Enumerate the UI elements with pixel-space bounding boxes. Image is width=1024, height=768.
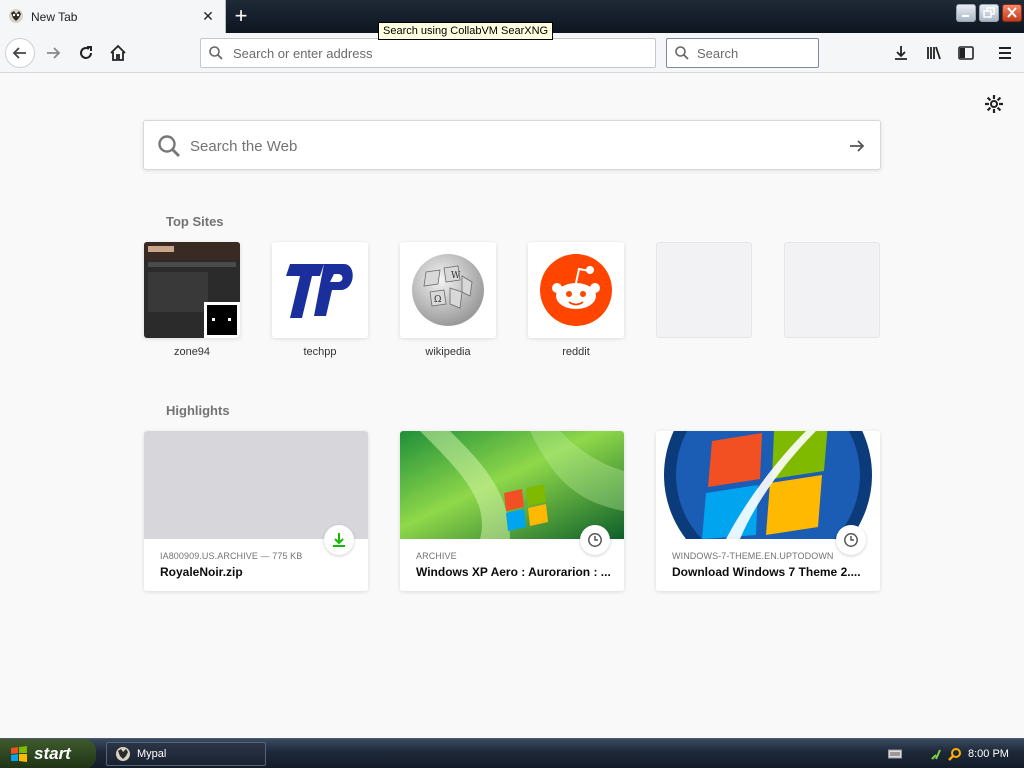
search-input[interactable]: [697, 40, 815, 66]
card-title: Download Windows 7 Theme 2....: [672, 565, 861, 579]
site-label: techpp: [303, 346, 337, 358]
taskbar: start Mypal 8:00 PM: [0, 738, 1024, 768]
aurora-wallpaper-thumbnail: [400, 431, 624, 539]
minimize-icon: [962, 15, 969, 17]
downloads-button[interactable]: [886, 38, 916, 68]
top-site-zone94[interactable]: zone94: [144, 242, 240, 360]
taskbar-item-mypal[interactable]: Mypal: [106, 742, 266, 766]
start-label: start: [34, 744, 71, 763]
download-icon: [333, 533, 345, 547]
home-icon: [110, 44, 126, 61]
site-thumbnail: [272, 242, 368, 338]
card-image: [656, 431, 880, 539]
clock-icon: [844, 533, 858, 547]
top-site-empty[interactable]: [784, 242, 880, 360]
reload-icon: [80, 46, 92, 59]
top-sites-heading: Top Sites: [166, 214, 224, 229]
menu-icon: [999, 47, 1011, 59]
zone94-thumbnail: [144, 242, 240, 338]
sidebar-button[interactable]: [951, 38, 981, 68]
techpp-logo-icon: [286, 264, 353, 318]
reddit-logo-icon: [540, 254, 612, 326]
forward-icon: [47, 47, 61, 59]
site-label: [656, 346, 752, 360]
highlight-card-windows-7-theme[interactable]: WINDOWS-7-THEME.EN.UPTODOWN Download Win…: [656, 431, 880, 591]
card-source: ARCHIVE: [416, 551, 457, 561]
search-icon[interactable]: [948, 747, 962, 761]
site-thumbnail: [528, 242, 624, 338]
web-search-box[interactable]: [143, 120, 881, 170]
empty-site-slot: [784, 242, 880, 338]
search-icon: [675, 46, 689, 60]
gear-icon[interactable]: [984, 94, 1004, 114]
search-icon: [158, 135, 180, 157]
highlight-card-royalenoir[interactable]: IA800909.US.ARCHIVE — 775 KB RoyaleNoir.…: [144, 431, 368, 591]
clock: 8:00 PM: [968, 748, 1009, 760]
address-input[interactable]: [233, 40, 643, 66]
site-label: [784, 346, 880, 360]
tab-title: New Tab: [31, 10, 78, 24]
svg-text:Ω: Ω: [434, 295, 441, 305]
keyboard-icon[interactable]: [888, 748, 902, 760]
card-title: RoyaleNoir.zip: [160, 565, 243, 579]
close-icon: [1007, 7, 1017, 18]
top-site-techpp[interactable]: techpp: [272, 242, 368, 360]
card-source: IA800909.US.ARCHIVE — 775 KB: [160, 551, 303, 561]
firefox-icon: [9, 9, 23, 23]
site-label: wikipedia: [425, 346, 471, 358]
mypal-app-icon: [116, 747, 130, 761]
address-bar[interactable]: [200, 38, 656, 68]
arrow-right-icon: [850, 140, 865, 152]
menu-button[interactable]: [990, 38, 1020, 68]
card-title: Windows XP Aero : Aurorarion : ...: [416, 565, 611, 579]
reload-button[interactable]: [71, 38, 101, 68]
library-button[interactable]: [919, 38, 949, 68]
library-icon: [927, 46, 941, 60]
highlights-heading: Highlights: [166, 403, 230, 418]
start-button[interactable]: start: [0, 739, 96, 768]
sidebar-icon: [958, 46, 974, 60]
highlight-card-windows-xp-aero[interactable]: ARCHIVE Windows XP Aero : Aurorarion : .…: [400, 431, 624, 591]
site-label: reddit: [562, 346, 590, 358]
close-window-button[interactable]: [1002, 4, 1022, 22]
top-site-empty[interactable]: [656, 242, 752, 360]
taskbar-item-label: Mypal: [137, 748, 167, 760]
svg-text:W: W: [451, 271, 461, 281]
card-image: [144, 431, 368, 539]
card-image: [400, 431, 624, 539]
windows-flag-icon: [11, 746, 27, 762]
site-thumbnail: [144, 242, 240, 338]
search-bar[interactable]: [666, 38, 819, 68]
restore-button[interactable]: [979, 4, 999, 22]
forward-button[interactable]: [38, 38, 68, 68]
wikipedia-globe-icon: W Ω: [412, 254, 484, 326]
search-icon: [209, 46, 223, 60]
search-go-button[interactable]: [844, 133, 870, 159]
search-tooltip: Search using CollabVM SearXNG: [378, 22, 554, 40]
restore-icon: [983, 7, 995, 18]
empty-site-slot: [656, 242, 752, 338]
tab-new-tab[interactable]: New Tab ✕: [0, 0, 226, 33]
clock-icon: [588, 533, 602, 547]
download-icon: [895, 46, 907, 60]
top-site-wikipedia[interactable]: W Ω wikipedia: [400, 242, 496, 360]
top-site-reddit[interactable]: reddit: [528, 242, 624, 360]
new-tab-button[interactable]: +: [229, 3, 253, 28]
network-icon[interactable]: [930, 747, 944, 761]
minimize-button[interactable]: [956, 4, 976, 22]
new-tab-page: Top Sites zone94 techpp: [0, 74, 1024, 738]
card-source: WINDOWS-7-THEME.EN.UPTODOWN: [672, 551, 834, 561]
tab-close-button[interactable]: ✕: [198, 5, 218, 27]
site-thumbnail: W Ω: [400, 242, 496, 338]
web-search-input[interactable]: [190, 132, 830, 160]
site-label: zone94: [173, 346, 211, 358]
home-button[interactable]: [103, 38, 133, 68]
back-button[interactable]: [5, 38, 35, 68]
windows-7-logo-thumbnail: [656, 431, 880, 539]
back-icon: [12, 47, 26, 59]
